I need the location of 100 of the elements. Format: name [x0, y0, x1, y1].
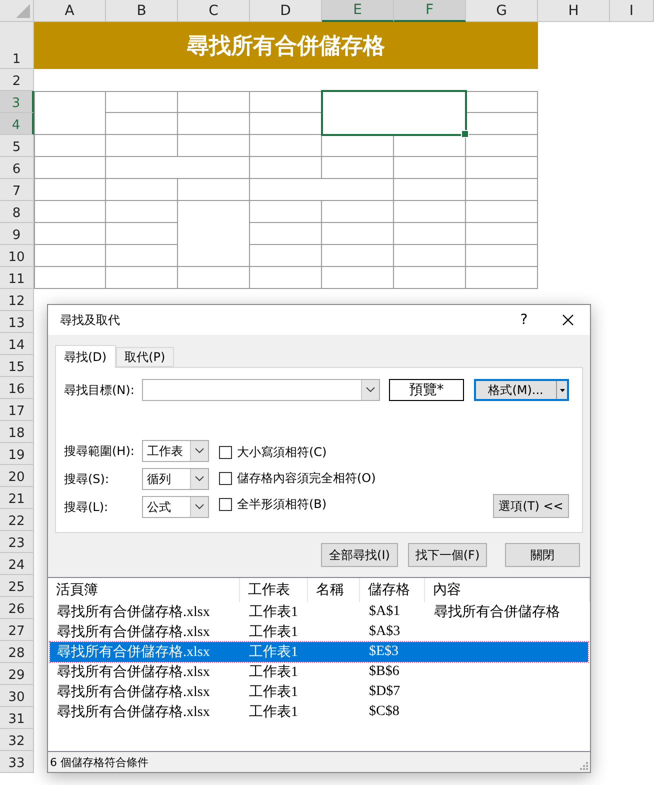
dialog-button[interactable]: 關閉 — [505, 543, 580, 567]
row-header[interactable]: 20 — [0, 465, 34, 487]
checkbox-option[interactable]: 大小寫須相符(C) — [219, 444, 376, 461]
checkbox[interactable] — [219, 472, 232, 485]
row-header[interactable]: 12 — [0, 289, 34, 311]
row-header[interactable]: 13 — [0, 311, 34, 333]
row-header[interactable]: 6 — [0, 157, 34, 179]
row-header[interactable]: 27 — [0, 619, 34, 641]
row-header[interactable]: 18 — [0, 421, 34, 443]
row-header[interactable]: 1 — [0, 22, 34, 69]
row-header[interactable]: 29 — [0, 663, 34, 685]
row-header[interactable]: 4 — [0, 113, 34, 135]
list-column-header[interactable]: 工作表 — [240, 578, 308, 602]
table-cell — [250, 135, 322, 157]
result-cell-text: $E$3 — [368, 644, 400, 660]
row-header[interactable]: 5 — [0, 135, 34, 157]
result-row[interactable]: 尋找所有合併儲存格.xlsx 工作表1 $E$3 — [50, 642, 588, 662]
chevron-down-icon — [195, 504, 204, 510]
row-header[interactable]: 16 — [0, 377, 34, 399]
table-cell — [250, 245, 322, 267]
table-cell — [250, 223, 322, 245]
table-cell — [34, 223, 106, 245]
checkbox-label: 大小寫須相符(C) — [237, 444, 327, 461]
resize-grip-icon[interactable] — [579, 761, 588, 770]
option-label: 搜尋(L): — [64, 498, 110, 516]
row-header[interactable]: 7 — [0, 179, 34, 201]
table-cell — [466, 179, 538, 201]
list-column-header[interactable]: 內容 — [425, 578, 590, 602]
column-header[interactable]: I — [610, 0, 654, 22]
table-cell — [322, 245, 394, 267]
result-row[interactable]: 尋找所有合併儲存格.xlsx 工作表1 $A$3 — [50, 622, 588, 642]
table-cell — [394, 201, 466, 223]
result-cell-text: 工作表1 — [248, 644, 299, 661]
row-header[interactable]: 21 — [0, 487, 34, 509]
column-header[interactable]: H — [538, 0, 610, 22]
table-cell — [466, 157, 538, 179]
row-header[interactable]: 10 — [0, 245, 34, 267]
row-header[interactable]: 9 — [0, 223, 34, 245]
table-cell — [322, 135, 394, 157]
option-dropdown[interactable]: 公式 — [142, 496, 209, 518]
list-column-header[interactable]: 名稱 — [308, 578, 360, 602]
option-label: 搜尋(S): — [64, 470, 110, 488]
format-button[interactable]: 格式(M)... — [474, 379, 569, 401]
row-header[interactable]: 33 — [0, 751, 34, 773]
row-header[interactable]: 8 — [0, 201, 34, 223]
row-header[interactable]: 30 — [0, 685, 34, 707]
row-header[interactable]: 17 — [0, 399, 34, 421]
format-preview: 預覽* — [389, 379, 464, 401]
result-row[interactable]: 尋找所有合併儲存格.xlsx 工作表1 $D$7 — [50, 682, 588, 702]
row-header[interactable]: 14 — [0, 333, 34, 355]
table-cell — [178, 91, 250, 113]
row-header[interactable]: 24 — [0, 553, 34, 575]
row-header[interactable]: 28 — [0, 641, 34, 663]
result-cell-text: 尋找所有合併儲存格.xlsx — [56, 624, 211, 641]
row-header[interactable]: 15 — [0, 355, 34, 377]
table-cell — [106, 113, 178, 135]
chevron-down-icon — [195, 476, 204, 482]
result-row[interactable]: 尋找所有合併儲存格.xlsx 工作表1 $A$1 尋找所有合併儲存格 — [50, 602, 588, 622]
table-cell — [34, 157, 106, 179]
row-header[interactable]: 2 — [0, 69, 34, 91]
tab[interactable]: 尋找(D) — [55, 345, 116, 368]
checkbox-option[interactable]: 全半形須相符(B) — [219, 496, 376, 513]
column-header[interactable]: F — [394, 0, 466, 22]
column-header[interactable]: A — [34, 0, 106, 22]
dialog-button[interactable]: 找下一個(F) — [408, 543, 487, 567]
result-row[interactable]: 尋找所有合併儲存格.xlsx 工作表1 $B$6 — [50, 662, 588, 682]
column-header[interactable]: C — [178, 0, 250, 22]
column-header[interactable]: E — [322, 0, 394, 22]
column-header[interactable]: D — [250, 0, 322, 22]
dialog-title: 尋找及取代 — [60, 312, 121, 328]
row-header[interactable]: 11 — [0, 267, 34, 289]
help-button[interactable]: ? — [502, 305, 546, 335]
result-row[interactable]: 尋找所有合併儲存格.xlsx 工作表1 $C$8 — [50, 702, 588, 722]
find-what-field[interactable] — [142, 379, 380, 401]
checkbox[interactable] — [219, 446, 232, 459]
result-cell-text: 工作表1 — [248, 624, 299, 641]
result-cell-text: 尋找所有合併儲存格.xlsx — [56, 684, 211, 701]
status-text: 6 個儲存格符合條件 — [50, 754, 148, 770]
option-dropdown[interactable]: 循列 — [142, 468, 209, 490]
dialog-button[interactable]: 全部尋找(I) — [321, 543, 398, 567]
table-cell — [394, 267, 466, 289]
row-header[interactable]: 23 — [0, 531, 34, 553]
list-column-header[interactable]: 活頁簿 — [48, 578, 240, 602]
row-header[interactable]: 26 — [0, 597, 34, 619]
row-header[interactable]: 3 — [0, 91, 34, 113]
table-cell — [34, 179, 106, 201]
row-header[interactable]: 22 — [0, 509, 34, 531]
option-dropdown[interactable]: 工作表 — [142, 440, 209, 462]
tab[interactable]: 取代(P) — [116, 347, 174, 367]
column-header[interactable]: G — [466, 0, 538, 22]
row-header[interactable]: 19 — [0, 443, 34, 465]
table-cell — [466, 91, 538, 113]
options-button[interactable]: 選項(T) << — [493, 494, 569, 518]
list-column-header[interactable]: 儲存格 — [360, 578, 425, 602]
column-header[interactable]: B — [106, 0, 178, 22]
row-header[interactable]: 31 — [0, 707, 34, 729]
row-header[interactable]: 32 — [0, 729, 34, 751]
row-header[interactable]: 25 — [0, 575, 34, 597]
table-cell — [394, 245, 466, 267]
checkbox[interactable] — [219, 498, 232, 511]
